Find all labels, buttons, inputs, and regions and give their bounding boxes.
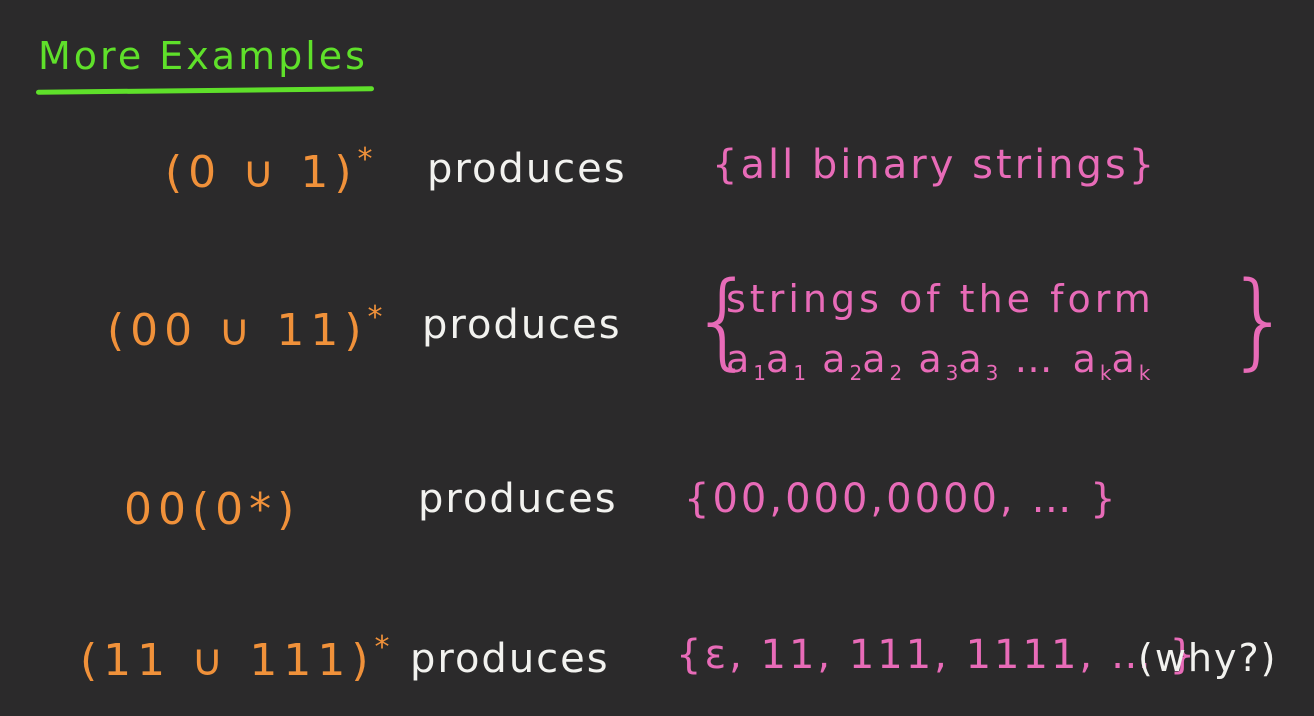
produces-2: produces — [422, 302, 622, 348]
produces-1: produces — [427, 146, 627, 192]
a3-first: a3 — [918, 337, 959, 385]
expression-4-text: (11 ∪ 111) — [80, 635, 375, 686]
kleene-star-4: * — [374, 630, 396, 665]
expression-2-text: (00 ∪ 11) — [107, 305, 368, 356]
result-3: {00,000,0000, … } — [684, 476, 1119, 522]
ellipsis: … — [1014, 337, 1057, 381]
expression-1-text: (0 ∪ 1) — [165, 147, 358, 198]
expression-3: 00(0*) — [124, 484, 301, 535]
result-4: {ε, 11, 111, 1111, … } — [676, 632, 1198, 678]
produces-4: produces — [410, 636, 610, 682]
ak-second: ak — [1111, 337, 1151, 385]
result-2-close-brace: } — [1226, 259, 1293, 381]
a1-first: a1 — [726, 337, 767, 385]
kleene-star-1: * — [357, 142, 379, 177]
a1-second: a1 — [766, 337, 807, 385]
title-underline — [35, 86, 375, 95]
produces-3: produces — [418, 476, 618, 522]
expression-2: (00 ∪ 11)* — [107, 300, 389, 356]
a3-second: a3 — [958, 337, 999, 385]
title: More Examples — [38, 34, 368, 78]
why-note: (why?) — [1138, 636, 1278, 680]
a2-first: a2 — [822, 337, 863, 385]
result-2-line-1: strings of the form — [726, 277, 1155, 321]
a2-second: a2 — [862, 337, 903, 385]
result-1: {all binary strings} — [712, 142, 1158, 188]
expression-1: (0 ∪ 1)* — [165, 142, 379, 198]
expression-4: (11 ∪ 111)* — [80, 630, 395, 686]
result-2-line-2: a1a1 a2a2 a3a3 … akak — [726, 340, 1150, 383]
kleene-star-2: * — [367, 300, 389, 335]
ak-first: ak — [1072, 337, 1112, 385]
